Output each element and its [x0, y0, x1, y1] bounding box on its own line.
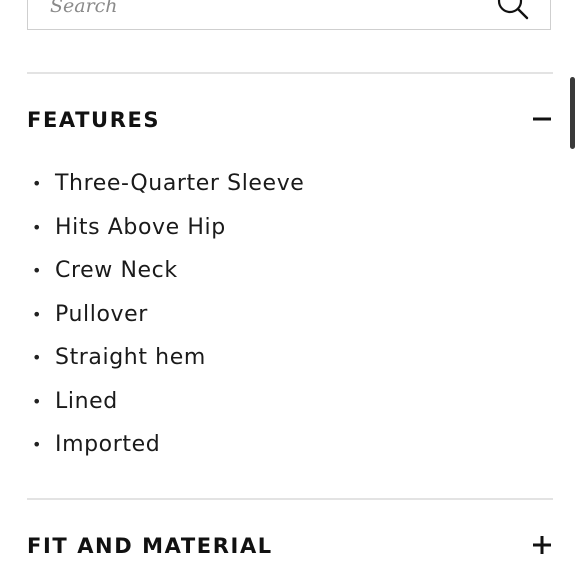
- search-icon[interactable]: [496, 0, 530, 21]
- search-input[interactable]: [50, 0, 470, 17]
- feature-label: Crew Neck: [55, 258, 178, 283]
- bullet: •: [32, 304, 43, 324]
- bullet: •: [32, 348, 43, 367]
- divider: [27, 498, 553, 500]
- minus-icon[interactable]: [531, 108, 553, 130]
- list-item: • Hits Above Hip: [27, 206, 547, 250]
- list-item: • Lined: [27, 380, 547, 424]
- bullet: •: [32, 435, 43, 454]
- list-item: • Imported: [27, 423, 547, 467]
- feature-label: Pullover: [55, 301, 148, 327]
- divider: [27, 72, 553, 74]
- feature-label: Hits Above Hip: [55, 214, 226, 240]
- product-details-panel: FEATURES • Three-Quarter Sleeve • Hits A…: [0, 0, 580, 580]
- features-list: • Three-Quarter Sleeve • Hits Above Hip …: [27, 162, 547, 467]
- list-item: • Pullover: [27, 293, 547, 337]
- fit-and-material-section-header[interactable]: FIT AND MATERIAL: [27, 526, 553, 566]
- feature-label: Straight hem: [55, 345, 206, 370]
- scrollbar[interactable]: [570, 77, 575, 149]
- features-section-title: FEATURES: [27, 108, 161, 132]
- list-item: • Three-Quarter Sleeve: [27, 162, 547, 206]
- feature-label: Lined: [55, 388, 118, 414]
- features-section-header[interactable]: FEATURES: [27, 100, 553, 140]
- fit-and-material-section-title: FIT AND MATERIAL: [27, 534, 273, 558]
- feature-label: Three-Quarter Sleeve: [55, 171, 305, 196]
- feature-label: Imported: [55, 432, 161, 457]
- bullet: •: [32, 174, 43, 193]
- search-box[interactable]: [27, 0, 551, 30]
- bullet: •: [32, 217, 43, 237]
- bullet: •: [32, 261, 43, 280]
- plus-icon[interactable]: [531, 534, 553, 556]
- list-item: • Straight hem: [27, 336, 547, 380]
- list-item: • Crew Neck: [27, 249, 547, 293]
- bullet: •: [32, 391, 43, 411]
